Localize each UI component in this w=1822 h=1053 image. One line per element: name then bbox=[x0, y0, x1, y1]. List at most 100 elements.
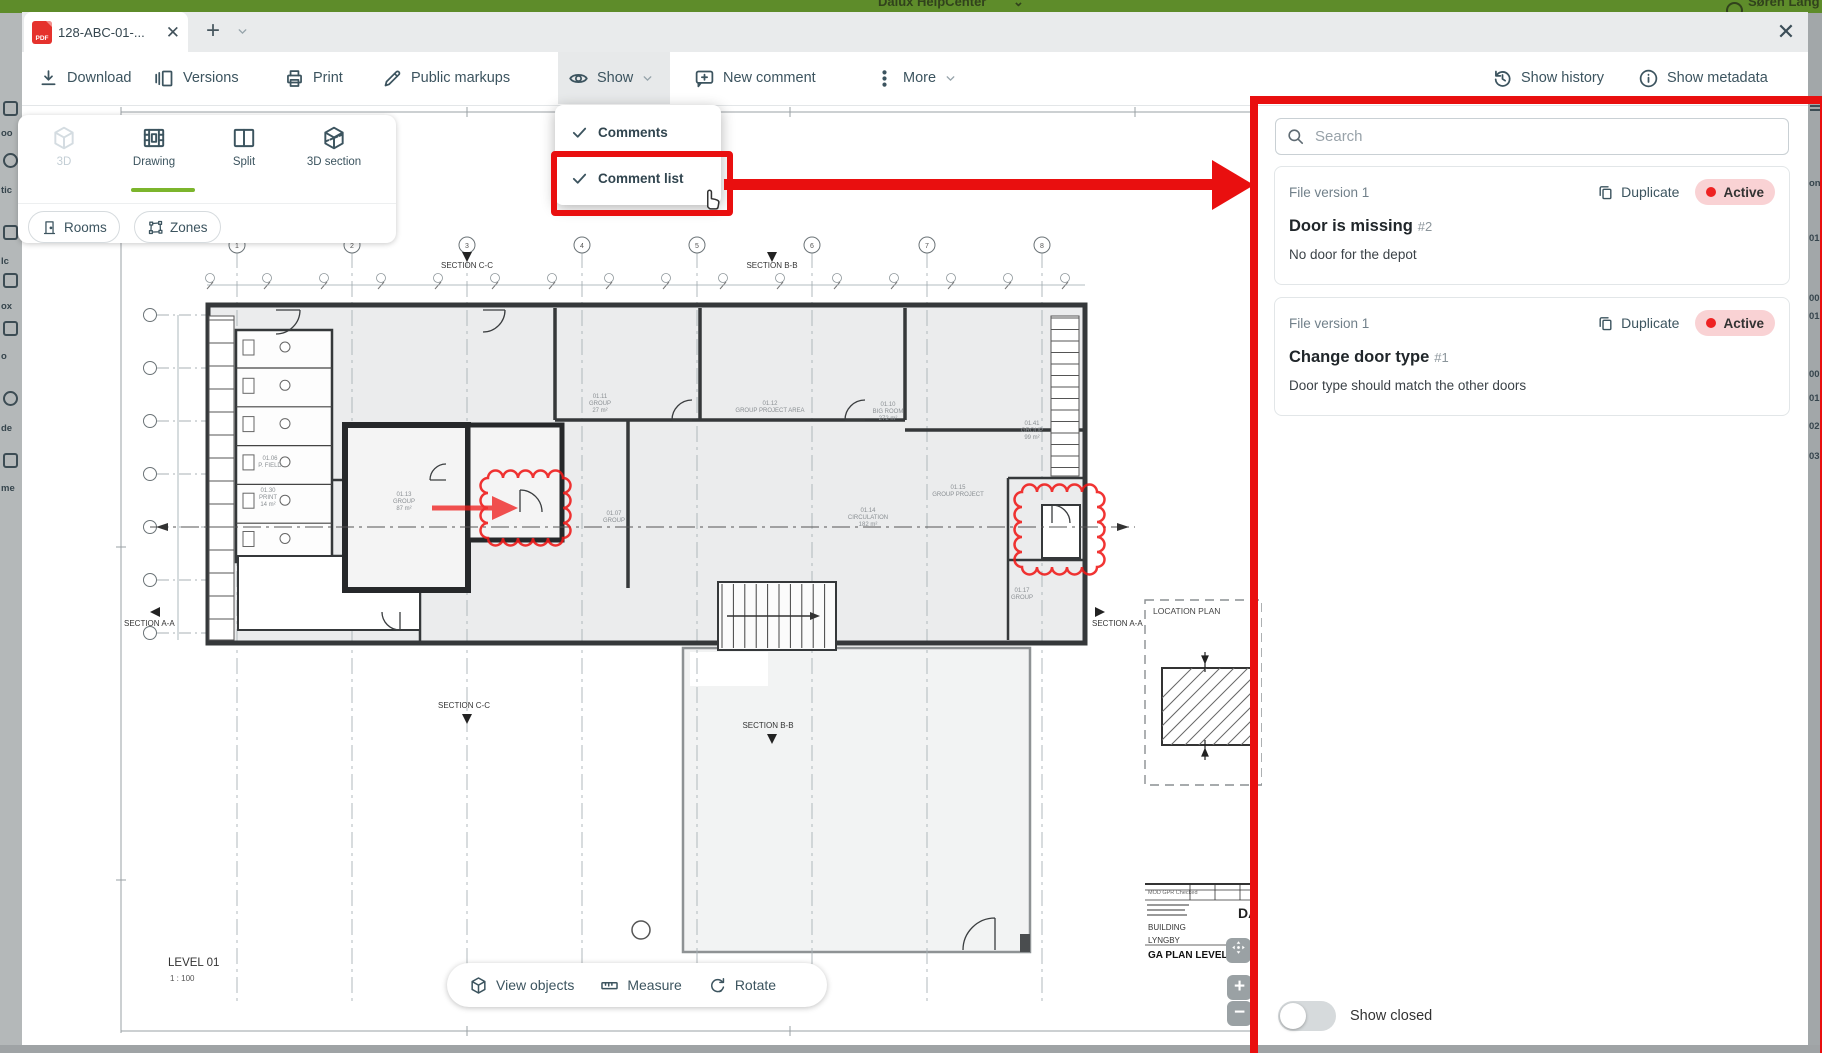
drawing-sheet-icon bbox=[141, 125, 167, 151]
status-badge[interactable]: Active bbox=[1695, 310, 1775, 336]
comment-card[interactable]: File version 1 Duplicate Active Change d bbox=[1274, 297, 1790, 416]
print-button[interactable]: Print bbox=[284, 52, 343, 104]
show-history-button[interactable]: Show history bbox=[1492, 52, 1604, 104]
show-button[interactable]: Show bbox=[558, 52, 670, 104]
zoom-in-button[interactable]: + bbox=[1227, 975, 1252, 1000]
show-closed-toggle[interactable] bbox=[1278, 1001, 1336, 1031]
public-markups-button[interactable]: Public markups bbox=[382, 52, 510, 104]
active-tab-underline bbox=[131, 188, 195, 192]
view-objects-button[interactable]: View objects bbox=[469, 976, 574, 995]
tab-3d-section[interactable]: 3D section bbox=[290, 125, 378, 191]
svg-text:GROUP PROJECT AREA: GROUP PROJECT AREA bbox=[735, 408, 804, 414]
comment-title-row: Door is missing #2 bbox=[1289, 217, 1775, 236]
comment-title: Door is missing bbox=[1289, 217, 1413, 235]
nav-icon bbox=[3, 153, 18, 168]
info-icon bbox=[1638, 68, 1659, 89]
zoom-out-button[interactable]: − bbox=[1227, 1001, 1252, 1026]
lower-wing bbox=[683, 648, 1030, 952]
tab-title: 128-ABC-01-... bbox=[58, 25, 160, 40]
pdf-icon: PDF bbox=[32, 21, 52, 44]
menu-icon bbox=[1810, 105, 1820, 107]
more-button[interactable]: More bbox=[874, 52, 957, 104]
plan-marker-circle bbox=[632, 921, 650, 939]
svg-text:01.14: 01.14 bbox=[860, 508, 876, 514]
svg-text:99 m²: 99 m² bbox=[1024, 435, 1039, 441]
measure-button[interactable]: Measure bbox=[600, 976, 681, 995]
new-tab-button[interactable]: + bbox=[200, 17, 226, 45]
rotate-button[interactable]: Rotate bbox=[708, 976, 776, 995]
versions-button[interactable]: Versions bbox=[154, 52, 239, 104]
svg-text:27 m²: 27 m² bbox=[592, 408, 607, 414]
search-box[interactable] bbox=[1275, 118, 1789, 155]
right-list-strip: on01000100010203 bbox=[1808, 13, 1822, 1045]
duplicate-icon bbox=[1597, 315, 1614, 332]
new-comment-button[interactable]: New comment bbox=[694, 52, 816, 104]
pencil-icon bbox=[382, 68, 403, 89]
svg-text:5: 5 bbox=[695, 243, 699, 250]
file-tab[interactable]: PDF 128-ABC-01-... ✕ bbox=[24, 12, 188, 52]
svg-text:PRINT: PRINT bbox=[259, 495, 277, 501]
rooms-button[interactable]: Rooms bbox=[28, 211, 120, 243]
comment-number: #2 bbox=[1418, 219, 1432, 234]
ruler-icon bbox=[600, 976, 619, 995]
door-icon bbox=[41, 219, 58, 236]
status-dot-icon bbox=[1706, 187, 1716, 197]
svg-text:01.10: 01.10 bbox=[880, 402, 896, 408]
comment-title: Change door type bbox=[1289, 348, 1429, 366]
screen: Dalux HelpCenter ⌄ Søren Lang ooticlcoxo… bbox=[0, 0, 1822, 1053]
svg-text:SECTION C-C: SECTION C-C bbox=[438, 701, 490, 710]
highlight-arrow-head bbox=[1212, 160, 1254, 210]
comment-plus-icon bbox=[694, 68, 715, 89]
svg-text:01.17: 01.17 bbox=[1014, 588, 1030, 594]
svg-text:LYNGBY: LYNGBY bbox=[1148, 936, 1181, 945]
tab-list-chevron-icon[interactable] bbox=[236, 25, 249, 38]
pan-icon bbox=[1231, 940, 1246, 955]
browser-title: Dalux HelpCenter bbox=[878, 0, 986, 9]
kebab-icon bbox=[874, 68, 895, 89]
tab-drawing[interactable]: Drawing bbox=[110, 125, 198, 191]
svg-text:1: 1 bbox=[235, 243, 239, 250]
svg-text:GROUP: GROUP bbox=[1021, 428, 1043, 434]
svg-text:87 m²: 87 m² bbox=[396, 506, 411, 512]
svg-text:SECTION C-C: SECTION C-C bbox=[441, 261, 493, 270]
zones-button[interactable]: Zones bbox=[134, 211, 221, 243]
svg-text:DA: DA bbox=[1238, 905, 1258, 921]
svg-text:GROUP PROJECT: GROUP PROJECT bbox=[932, 492, 984, 498]
status-dot-icon bbox=[1706, 318, 1716, 328]
tab-close-icon[interactable]: ✕ bbox=[166, 24, 180, 41]
duplicate-button[interactable]: Duplicate bbox=[1597, 315, 1679, 332]
comment-list-panel: File version 1 Duplicate Active Door is bbox=[1262, 108, 1802, 1045]
menu-icon bbox=[1810, 109, 1820, 111]
svg-text:SECTION B-B: SECTION B-B bbox=[746, 261, 797, 270]
svg-text:01.30: 01.30 bbox=[260, 488, 276, 494]
svg-text:01.07: 01.07 bbox=[606, 511, 622, 517]
pan-button[interactable] bbox=[1226, 938, 1251, 963]
tab-3d[interactable]: 3D bbox=[20, 125, 108, 191]
menu-item-comments[interactable]: Comments bbox=[555, 109, 721, 155]
download-icon bbox=[38, 68, 59, 89]
nav-icon bbox=[3, 391, 18, 406]
file-version-label: File version 1 bbox=[1289, 316, 1369, 331]
nav-icon bbox=[3, 321, 18, 336]
svg-text:SECTION A-A: SECTION A-A bbox=[124, 619, 175, 628]
svg-text:272 m²: 272 m² bbox=[879, 416, 898, 422]
svg-text:8: 8 bbox=[1040, 243, 1044, 250]
svg-text:01.06: 01.06 bbox=[262, 456, 278, 462]
bottom-page-band bbox=[0, 1045, 1822, 1053]
svg-text:6: 6 bbox=[810, 243, 814, 250]
svg-text:01.11: 01.11 bbox=[593, 394, 608, 400]
nav-icon bbox=[3, 273, 18, 288]
chevron-down-icon bbox=[944, 72, 957, 85]
file-version-label: File version 1 bbox=[1289, 185, 1369, 200]
tab-split[interactable]: Split bbox=[200, 125, 288, 191]
search-input[interactable] bbox=[1313, 127, 1757, 146]
download-button[interactable]: Download bbox=[38, 52, 132, 104]
duplicate-button[interactable]: Duplicate bbox=[1597, 184, 1679, 201]
status-badge[interactable]: Active bbox=[1695, 179, 1775, 205]
history-icon bbox=[1492, 68, 1513, 89]
versions-icon bbox=[154, 68, 175, 89]
show-metadata-button[interactable]: Show metadata bbox=[1638, 52, 1768, 104]
svg-text:3: 3 bbox=[465, 243, 469, 250]
comment-card[interactable]: File version 1 Duplicate Active Door is bbox=[1274, 166, 1790, 285]
viewer-close-button[interactable]: ✕ bbox=[1772, 18, 1800, 46]
